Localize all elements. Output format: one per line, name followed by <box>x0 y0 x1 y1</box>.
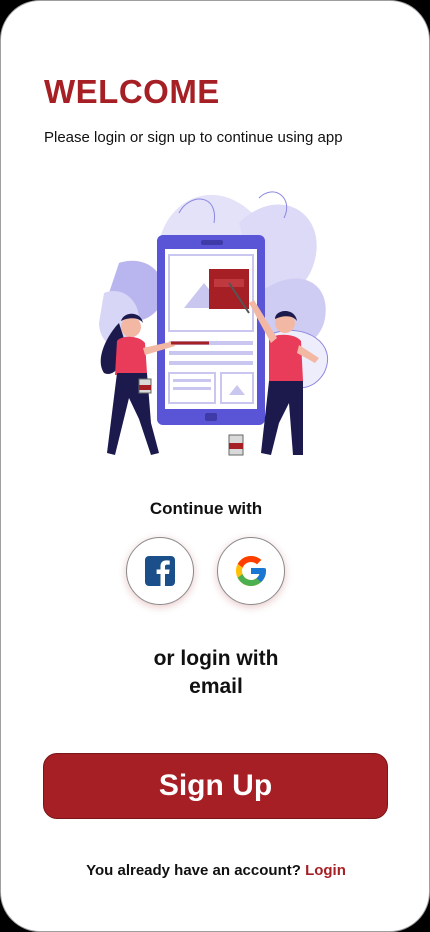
login-prompt-text: You already have an account? <box>86 862 301 879</box>
woman-head <box>121 317 141 337</box>
man-pants <box>261 381 303 455</box>
sign-up-button[interactable]: Sign Up <box>43 753 388 819</box>
people-painting-phone-illustration <box>94 191 339 459</box>
man-shirt <box>269 334 303 383</box>
google-login-button[interactable] <box>217 537 285 605</box>
app-screen: WELCOME Please login or sign up to conti… <box>0 0 430 932</box>
page-subtitle: Please login or sign up to continue usin… <box>44 129 343 146</box>
facebook-icon <box>145 556 175 586</box>
google-icon <box>236 556 266 586</box>
login-prompt: You already have an account? Login <box>1 862 429 879</box>
facebook-login-button[interactable] <box>126 537 194 605</box>
login-with-email-link[interactable]: or login with email <box>141 645 291 701</box>
woman-shirt <box>115 336 147 375</box>
page-title: WELCOME <box>44 73 220 110</box>
continue-with-heading: Continue with <box>149 499 263 518</box>
login-link[interactable]: Login <box>305 862 346 879</box>
